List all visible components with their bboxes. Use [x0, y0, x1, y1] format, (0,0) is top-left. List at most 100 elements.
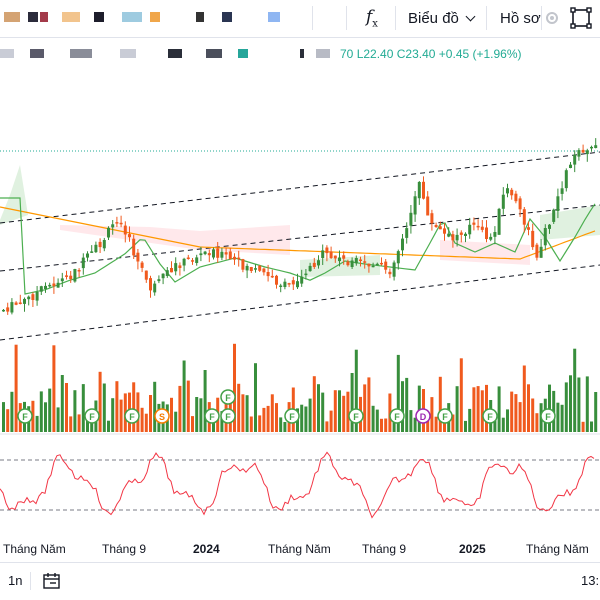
chart-type-label: Biểu đồ — [408, 9, 459, 27]
candle-body — [241, 259, 245, 270]
volume-bar — [249, 416, 253, 432]
candle-body — [195, 257, 199, 263]
volume-bar — [44, 402, 47, 432]
volume-bar — [342, 395, 346, 432]
candle-body — [422, 181, 425, 199]
candle-body — [18, 302, 22, 304]
volume-bar — [258, 415, 262, 432]
profile-button[interactable]: Hồ sơ — [500, 6, 541, 30]
event-marker[interactable]: F — [437, 408, 453, 424]
chart-type-button[interactable]: Biểu đồ — [408, 6, 476, 30]
event-marker[interactable]: F — [348, 408, 364, 424]
event-marker[interactable]: F — [204, 408, 220, 424]
candle-body — [493, 232, 497, 237]
candle-body — [186, 257, 190, 259]
volume-bar — [497, 386, 501, 432]
volume-bar — [140, 407, 144, 432]
fullscreen-button[interactable] — [569, 6, 593, 30]
candle-body — [548, 224, 551, 229]
volume-bar — [573, 348, 577, 432]
candle-body — [52, 283, 56, 287]
candle-body — [522, 209, 526, 225]
volume-bar — [48, 388, 52, 432]
candle-body — [359, 259, 362, 261]
candle-body — [560, 188, 564, 194]
candle-body — [363, 261, 367, 263]
volume-bar — [371, 405, 375, 432]
candle-body — [468, 224, 472, 235]
candle-body — [510, 189, 514, 196]
candle-body — [552, 209, 556, 222]
toolbar-separator — [312, 6, 313, 30]
volume-bar — [304, 406, 308, 432]
volume-bar — [132, 382, 136, 432]
candle-body — [207, 253, 211, 256]
svg-text:F: F — [442, 412, 448, 422]
candle-body — [119, 222, 123, 225]
candle-body — [178, 265, 182, 268]
svg-text:F: F — [22, 412, 28, 422]
candle-body — [262, 268, 266, 273]
candle-body — [304, 273, 308, 276]
volume-bar — [455, 386, 459, 432]
indicators-button[interactable]: fx — [366, 6, 378, 30]
interval-button[interactable]: 1n — [8, 573, 22, 588]
event-marker[interactable]: F — [220, 408, 236, 424]
candle-body — [577, 150, 581, 157]
candle-body — [65, 275, 68, 277]
candle-body — [224, 252, 228, 255]
volume-bar — [73, 390, 77, 432]
candle-body — [228, 251, 232, 260]
event-marker[interactable]: F — [284, 408, 300, 424]
volume-bar — [510, 391, 514, 432]
candle-body — [476, 225, 480, 228]
volume-bar — [522, 365, 526, 432]
candle-body — [375, 263, 379, 266]
candle-body — [111, 224, 115, 228]
chevron-down-icon — [465, 11, 476, 21]
volume-bar — [380, 418, 383, 432]
ohlc-low: L22.40 — [356, 47, 394, 61]
event-marker[interactable]: F — [389, 408, 405, 424]
candle-body — [296, 281, 299, 288]
ohlc-values: 70 L22.40 C23.40 +0.45 (+1.96%) — [340, 47, 522, 61]
symbol-area[interactable] — [0, 12, 300, 22]
candle-body — [388, 271, 392, 275]
time-axis-label: 2025 — [459, 542, 486, 556]
volume-bar — [178, 385, 182, 432]
volume-bar — [346, 391, 350, 432]
ohlc-open: 70 — [340, 47, 354, 61]
volume-bar — [569, 375, 572, 432]
candle-body — [392, 262, 396, 277]
bottom-toolbar: 1n 13: — [0, 562, 600, 600]
ohlc-close: C23.40 — [396, 47, 436, 61]
event-marker[interactable]: F — [482, 408, 498, 424]
volume-bar — [115, 381, 119, 432]
event-marker[interactable]: F — [124, 408, 140, 424]
date-range-button[interactable] — [42, 571, 62, 594]
event-marker[interactable]: F — [540, 408, 556, 424]
volume-bar — [506, 409, 509, 432]
toolbar-separator — [486, 6, 487, 30]
candle-body — [291, 280, 295, 285]
svg-text:F: F — [289, 412, 295, 422]
volume-bar — [409, 410, 413, 432]
cloud-region — [0, 165, 28, 225]
candle-body — [417, 182, 421, 199]
volume-bar — [590, 421, 593, 432]
volume-bar — [535, 413, 539, 432]
event-marker[interactable]: D — [415, 408, 431, 424]
candle-body — [140, 262, 144, 268]
settings-button[interactable] — [544, 6, 560, 30]
clock-time: 13: — [581, 573, 600, 588]
event-marker[interactable]: F — [17, 408, 33, 424]
volume-bar — [69, 416, 73, 432]
fx-icon: fx — [366, 6, 378, 30]
price-chart[interactable]: F F F S F F F F F D F F FF — [0, 65, 600, 538]
candle-body — [472, 222, 476, 225]
event-marker[interactable]: F — [84, 408, 100, 424]
volume-bar — [275, 403, 278, 432]
event-marker[interactable]: S — [154, 408, 170, 424]
time-axis-label: Tháng 9 — [102, 542, 147, 556]
volume-bar — [195, 397, 199, 432]
